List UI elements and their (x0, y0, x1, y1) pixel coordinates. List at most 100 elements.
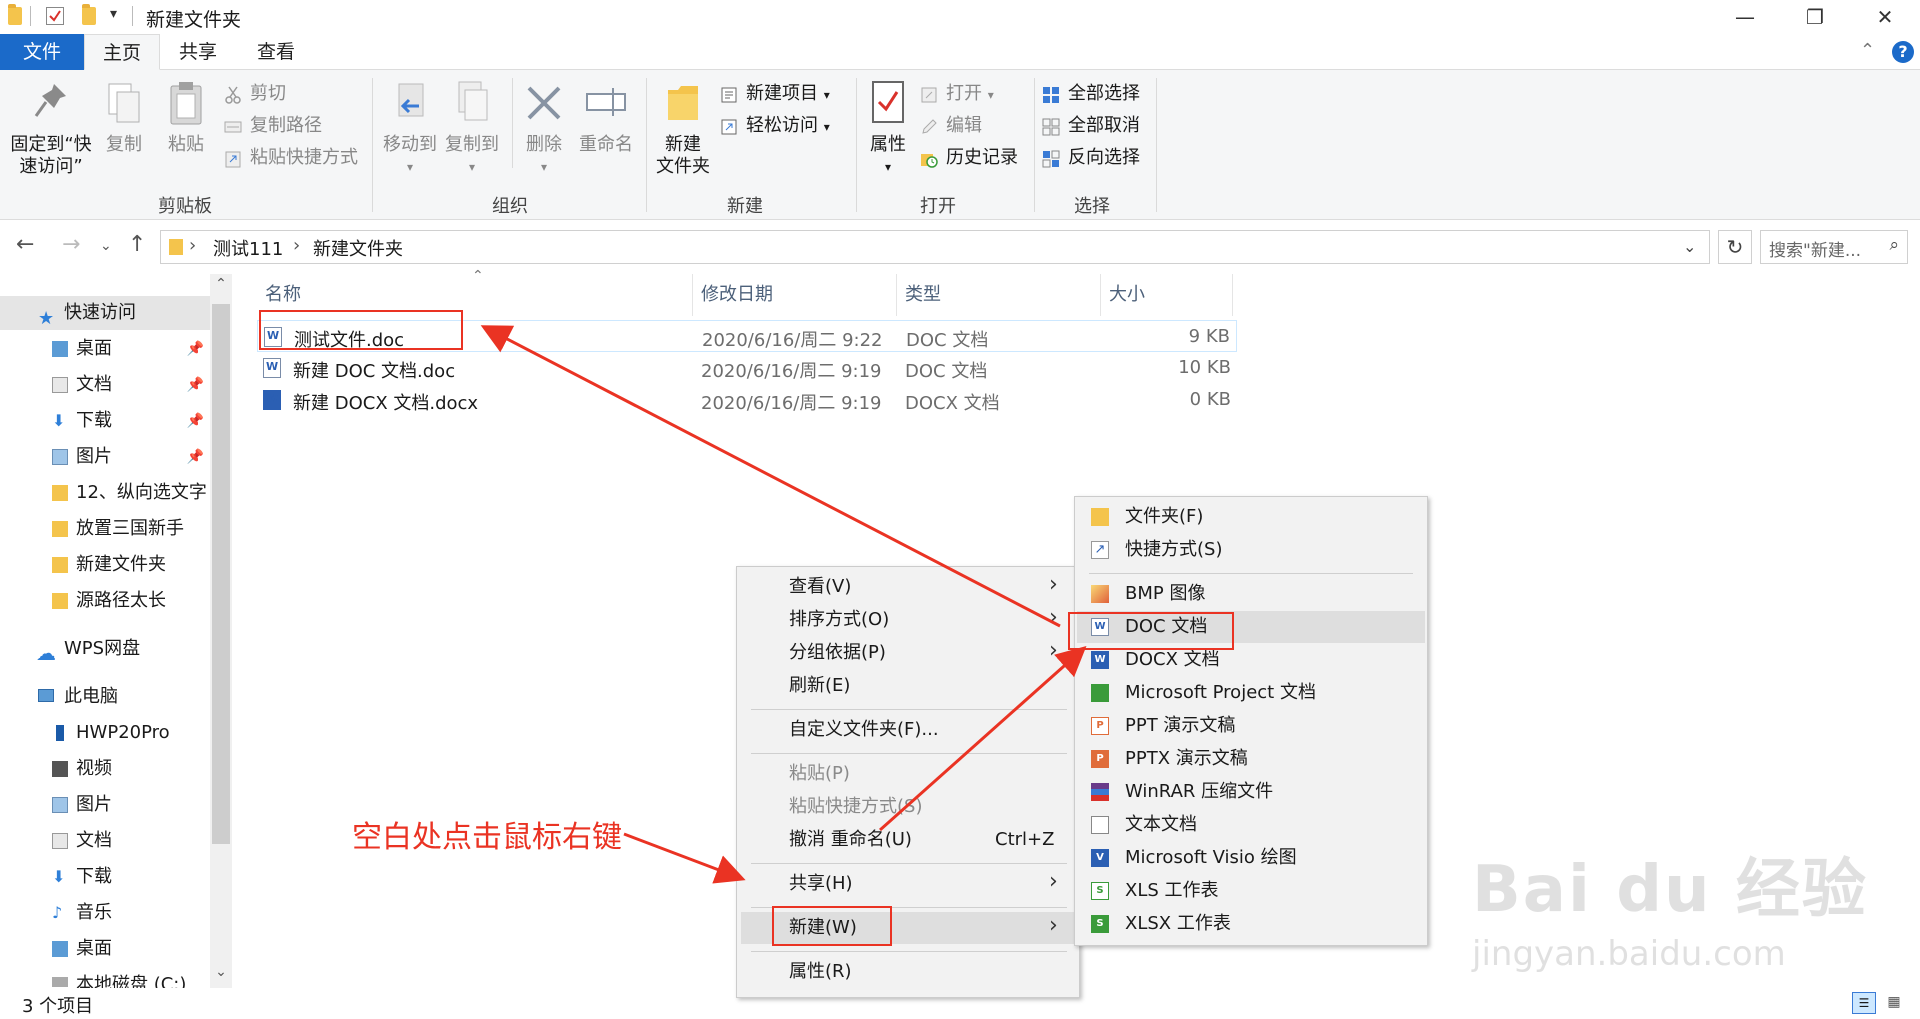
customize-quick-access-icon[interactable]: ▾ (110, 6, 117, 22)
sidebar-scrollbar[interactable]: ⌃ ⌄ (210, 274, 232, 988)
menu-item-paste[interactable]: 粘贴(P) (737, 758, 1079, 790)
history-button[interactable]: 历史记录 (920, 144, 1018, 172)
paste-shortcut-button[interactable]: 粘贴快捷方式 (224, 144, 358, 172)
menu-item-group-by[interactable]: 分组依据(P) › (737, 637, 1079, 669)
new-folder-button[interactable]: 新建 文件夹 (652, 78, 714, 178)
sidebar-item-wps-cloud[interactable]: ☁ WPS网盘 (0, 632, 210, 666)
open-button[interactable]: 打开 ▾ (920, 80, 994, 108)
sidebar-item-music[interactable]: ♪ 音乐 (0, 896, 210, 930)
menu-item-sort[interactable]: 排序方式(O) › (737, 604, 1079, 636)
sidebar-item-pictures[interactable]: 图片 (0, 788, 210, 822)
copy-button[interactable]: 复制 (100, 78, 148, 156)
properties-check-icon[interactable] (46, 7, 64, 25)
sidebar-item-desktop[interactable]: 桌面 📌 (0, 332, 210, 366)
pin-icon[interactable]: 📌 (187, 440, 204, 474)
scrollbar-thumb[interactable] (212, 304, 230, 844)
sidebar-item-folder[interactable]: 源路径太长 (0, 584, 210, 618)
recent-locations-chevron-icon[interactable]: ⌄ (100, 238, 112, 254)
close-button[interactable]: ✕ (1850, 0, 1920, 34)
sidebar-item-pictures[interactable]: 图片 📌 (0, 440, 210, 474)
sidebar-item-downloads[interactable]: ⬇ 下载 (0, 860, 210, 894)
column-header-type[interactable]: 类型 (897, 274, 1101, 316)
sidebar-item-documents[interactable]: 文档 (0, 824, 210, 858)
sidebar-item-documents[interactable]: 文档 📌 (0, 368, 210, 402)
menu-item-customize-folder[interactable]: 自定义文件夹(F)... (737, 714, 1079, 746)
menu-item-view[interactable]: 查看(V) › (737, 571, 1079, 603)
sidebar-item-videos[interactable]: 视频 (0, 752, 210, 786)
copy-path-button[interactable]: 复制路径 (224, 112, 322, 140)
tab-file[interactable]: 文件 (0, 34, 84, 70)
menu-item-share[interactable]: 共享(H) › (737, 868, 1079, 900)
submenu-item-text[interactable]: 文本文档 (1075, 809, 1427, 841)
breadcrumb-item-test111[interactable]: 测试111 (213, 235, 283, 261)
address-dropdown-icon[interactable]: ⌄ (1683, 237, 1696, 256)
submenu-item-pptx[interactable]: P PPTX 演示文稿 (1075, 743, 1427, 775)
scroll-down-chevron-icon[interactable]: ⌄ (210, 964, 232, 980)
pin-icon[interactable]: 📌 (187, 332, 204, 366)
table-row[interactable]: 新建 DOCX 文档.docx 2020/6/16/周二 9:19 DOCX 文… (257, 384, 1237, 416)
paste-button[interactable]: 粘贴 (160, 78, 212, 156)
collapse-ribbon-icon[interactable]: ⌃ (1860, 40, 1875, 61)
sidebar-item-folder[interactable]: 放置三国新手 (0, 512, 210, 546)
maximize-button[interactable]: ❐ (1780, 0, 1850, 34)
table-row[interactable]: 新建 DOC 文档.doc 2020/6/16/周二 9:19 DOC 文档 1… (257, 352, 1237, 384)
edit-button[interactable]: 编辑 (920, 112, 982, 140)
sidebar-item-this-pc[interactable]: 此电脑 (0, 680, 210, 714)
new-item-button[interactable]: 新建项目 ▾ (720, 80, 830, 108)
select-all-button[interactable]: 全部选择 (1042, 80, 1140, 108)
refresh-button[interactable]: ↻ (1718, 230, 1752, 264)
column-header-date[interactable]: 修改日期 (693, 274, 897, 316)
tab-share[interactable]: 共享 (160, 34, 236, 70)
menu-item-paste-shortcut[interactable]: 粘贴快捷方式(S) (737, 791, 1079, 823)
help-icon[interactable]: ? (1892, 41, 1914, 63)
menu-item-properties[interactable]: 属性(R) (737, 956, 1079, 988)
column-header-size[interactable]: 大小 (1101, 274, 1233, 316)
submenu-item-xlsx[interactable]: S XLSX 工作表 (1075, 908, 1427, 940)
pin-icon[interactable]: 📌 (187, 368, 204, 402)
submenu-item-xls[interactable]: S XLS 工作表 (1075, 875, 1427, 907)
winrar-icon (1091, 783, 1109, 801)
pin-to-quick-access-button[interactable]: 固定到“快 速访问” (8, 78, 94, 178)
sidebar-item-folder[interactable]: 新建文件夹 (0, 548, 210, 582)
submenu-item-folder[interactable]: 文件夹(F) (1075, 501, 1427, 533)
breadcrumb-item-new-folder[interactable]: 新建文件夹 (313, 235, 403, 261)
submenu-item-project[interactable]: Microsoft Project 文档 (1075, 677, 1427, 709)
submenu-item-ppt[interactable]: P PPT 演示文稿 (1075, 710, 1427, 742)
copy-to-button[interactable]: 复制到 ▾ (442, 78, 502, 178)
menu-item-refresh[interactable]: 刷新(E) (737, 670, 1079, 702)
address-bar[interactable]: › 测试111 › 新建文件夹 ⌄ (160, 230, 1710, 264)
delete-button[interactable]: 删除 ▾ (518, 78, 570, 178)
breadcrumb-chevron-icon[interactable]: › (189, 235, 196, 256)
pin-icon[interactable]: 📌 (187, 404, 204, 438)
sidebar-item-device[interactable]: HWP20Pro (0, 716, 210, 750)
sidebar-item-downloads[interactable]: ⬇ 下载 📌 (0, 404, 210, 438)
easy-access-button[interactable]: 轻松访问 ▾ (720, 112, 830, 140)
rename-button[interactable]: 重命名 (576, 78, 636, 156)
submenu-item-shortcut[interactable]: ↗ 快捷方式(S) (1075, 534, 1427, 566)
search-input[interactable]: 搜索"新建... ⌕ (1760, 230, 1908, 264)
menu-item-label: Microsoft Project 文档 (1125, 682, 1316, 703)
submenu-item-visio[interactable]: V Microsoft Visio 绘图 (1075, 842, 1427, 874)
sidebar-item-label: 图片 (76, 794, 112, 815)
scroll-up-chevron-icon[interactable]: ⌃ (210, 276, 232, 292)
menu-item-undo-rename[interactable]: 撤消 重命名(U) Ctrl+Z (737, 824, 1079, 856)
tab-home[interactable]: 主页 (84, 34, 160, 70)
sidebar-item-quick-access[interactable]: ★ 快速访问 (0, 296, 210, 330)
sidebar-item-desktop[interactable]: 桌面 (0, 932, 210, 966)
sidebar-item-local-disk[interactable]: 本地磁盘 (C:) (0, 968, 210, 988)
properties-button[interactable]: 属性 ▾ (862, 78, 914, 178)
breadcrumb-chevron-icon[interactable]: › (293, 235, 300, 256)
up-arrow-icon[interactable]: ↑ (128, 232, 146, 257)
forward-arrow-icon[interactable]: → (62, 232, 80, 257)
back-arrow-icon[interactable]: ← (16, 232, 34, 257)
tab-view[interactable]: 查看 (236, 34, 316, 70)
new-folder-quick-icon[interactable] (82, 4, 96, 25)
move-to-button[interactable]: 移动到 ▾ (380, 78, 440, 178)
sidebar-item-folder[interactable]: 12、纵向选文字 (0, 476, 210, 510)
submenu-item-winrar[interactable]: WinRAR 压缩文件 (1075, 776, 1427, 808)
submenu-item-bmp[interactable]: BMP 图像 (1075, 578, 1427, 610)
cut-button[interactable]: 剪切 (224, 80, 286, 108)
minimize-button[interactable]: — (1710, 0, 1780, 34)
invert-selection-button[interactable]: 反向选择 (1042, 144, 1140, 172)
select-none-button[interactable]: 全部取消 (1042, 112, 1140, 140)
